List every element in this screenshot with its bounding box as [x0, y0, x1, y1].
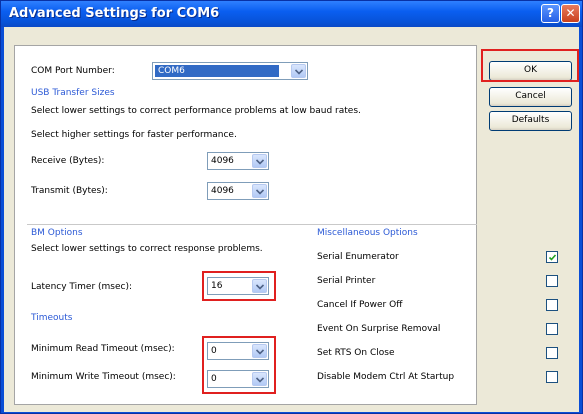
- misc-option-label: Set RTS On Close: [317, 348, 395, 358]
- dialog-window: Advanced Settings for COM6 ? ✕ COM Port …: [0, 0, 583, 414]
- receive-value: 4096: [211, 156, 234, 166]
- help-icon[interactable]: ?: [541, 4, 560, 23]
- bm-section-heading: BM Options: [31, 228, 83, 238]
- transmit-value: 4096: [211, 186, 234, 196]
- misc-option-label: Cancel If Power Off: [317, 300, 403, 310]
- disable-modem-ctrl-checkbox[interactable]: [546, 371, 558, 383]
- timeouts-section-heading: Timeouts: [31, 313, 73, 323]
- usb-hint-lower: Select lower settings to correct perform…: [31, 106, 361, 116]
- misc-option-label: Event On Surprise Removal: [317, 324, 441, 334]
- com-port-label: COM Port Number:: [31, 66, 115, 76]
- write-timeout-label: Minimum Write Timeout (msec):: [31, 372, 176, 382]
- chevron-down-icon[interactable]: [252, 154, 267, 168]
- latency-highlight-box: [202, 271, 276, 301]
- section-divider: [27, 224, 477, 225]
- timeouts-highlight-box: [202, 336, 276, 394]
- usb-hint-higher: Select higher settings for faster perfor…: [31, 130, 237, 140]
- ok-highlight-box: [481, 49, 579, 82]
- receive-select[interactable]: 4096: [207, 152, 269, 170]
- defaults-button[interactable]: Defaults: [489, 111, 572, 131]
- cancel-button[interactable]: Cancel: [489, 87, 572, 107]
- com-port-select[interactable]: COM6: [152, 62, 308, 80]
- serial-printer-checkbox[interactable]: [546, 275, 558, 287]
- transmit-label: Transmit (Bytes):: [31, 186, 108, 196]
- settings-panel: COM Port Number: COM6 USB Transfer Sizes…: [14, 45, 558, 405]
- read-timeout-label: Minimum Read Timeout (msec):: [31, 344, 175, 354]
- receive-label: Receive (Bytes):: [31, 156, 105, 166]
- window-title: Advanced Settings for COM6: [9, 6, 220, 21]
- usb-section-heading: USB Transfer Sizes: [31, 88, 115, 98]
- com-port-value: COM6: [155, 65, 279, 77]
- misc-section-heading: Miscellaneous Options: [317, 228, 418, 238]
- close-icon[interactable]: ✕: [561, 4, 580, 23]
- cancel-if-power-off-checkbox[interactable]: [546, 299, 558, 311]
- chevron-down-icon[interactable]: [252, 184, 267, 198]
- chevron-down-icon[interactable]: [291, 64, 306, 78]
- latency-label: Latency Timer (msec):: [31, 282, 133, 292]
- misc-option-label: Serial Enumerator: [317, 252, 399, 262]
- serial-enumerator-checkbox[interactable]: [546, 251, 558, 263]
- dialog-client: COM Port Number: COM6 USB Transfer Sizes…: [4, 27, 579, 412]
- title-bar[interactable]: Advanced Settings for COM6 ? ✕: [1, 1, 582, 27]
- event-on-surprise-removal-checkbox[interactable]: [546, 323, 558, 335]
- misc-option-label: Serial Printer: [317, 276, 376, 286]
- transmit-select[interactable]: 4096: [207, 182, 269, 200]
- misc-option-label: Disable Modem Ctrl At Startup: [317, 372, 455, 382]
- bm-hint: Select lower settings to correct respons…: [31, 244, 263, 254]
- set-rts-on-close-checkbox[interactable]: [546, 347, 558, 359]
